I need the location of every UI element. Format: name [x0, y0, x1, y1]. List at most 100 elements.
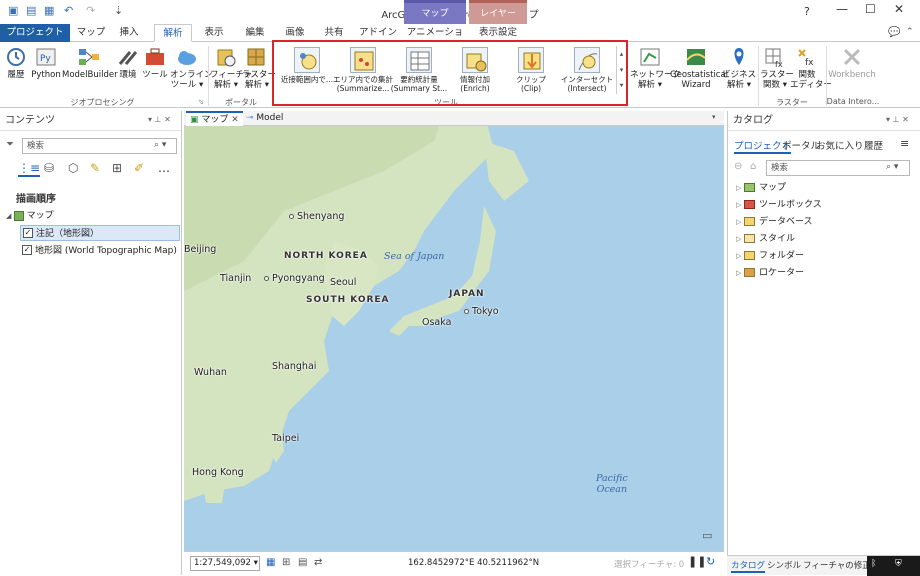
catalog-item-databases[interactable]: ▷ データベース: [736, 214, 813, 230]
tab-catalog-portal[interactable]: ポータル: [782, 138, 820, 152]
draw-order-view-icon[interactable]: ⋮≡: [18, 161, 41, 177]
catalog-item-folders[interactable]: ▷ フォルダー: [736, 248, 804, 264]
grid-icon[interactable]: ▦: [266, 557, 275, 568]
reference-icon[interactable]: ⊞: [282, 557, 290, 568]
home-icon[interactable]: ⌂: [750, 161, 756, 172]
data-source-view-icon[interactable]: ⛁: [44, 161, 54, 175]
more-icon[interactable]: …: [158, 161, 170, 175]
workbench-button[interactable]: Workbench: [828, 46, 876, 80]
tools-label: ツール: [142, 70, 168, 80]
refresh-icon[interactable]: ↻: [706, 555, 715, 568]
bottom-pane-tabs: カタログ シンボル フィーチャの修正 ᛒ ⛨: [727, 555, 920, 576]
catalog-item-label: フォルダー: [759, 251, 805, 261]
tab-catalog-favorites[interactable]: お気に入り: [816, 138, 864, 152]
raster-group-label: ラスター: [776, 98, 808, 107]
business-analysis-button[interactable]: ビジネス 解析 ▾: [722, 46, 756, 90]
python-button[interactable]: Py Python: [31, 46, 61, 80]
help-button[interactable]: ?: [804, 5, 810, 18]
dialog-launcher-icon[interactable]: ⬂: [198, 98, 204, 106]
function-editor-button[interactable]: fx 関数 エディター: [790, 46, 832, 90]
expand-icon[interactable]: ▷: [736, 180, 744, 196]
expand-icon[interactable]: ▷: [736, 231, 744, 247]
function-editor-icon: fx: [795, 46, 819, 68]
search-icon[interactable]: ⌕ ▾: [154, 140, 166, 150]
scale-select[interactable]: 1:27,549,092 ▾: [190, 556, 260, 571]
tab-view[interactable]: 表示: [197, 24, 231, 42]
pause-icon[interactable]: ❚❚: [688, 555, 706, 568]
modelbuilder-button[interactable]: ModelBuilder: [62, 46, 118, 80]
expand-icon[interactable]: ▷: [736, 214, 744, 230]
tab-map[interactable]: マップ: [74, 24, 108, 42]
selection-view-icon[interactable]: ⬡: [68, 161, 78, 175]
network-analysis-button[interactable]: ネットワーク 解析 ▾: [630, 46, 681, 90]
tab-project[interactable]: プロジェクト: [0, 24, 70, 42]
online-tools-button[interactable]: オンライン ツール ▾: [170, 46, 213, 90]
tab-catalog-history[interactable]: 履歴: [864, 138, 883, 152]
catalog-item-toolboxes[interactable]: ▷ ツールボックス: [736, 197, 822, 213]
map-icon: [13, 210, 24, 221]
filter-icon[interactable]: ⏷: [6, 139, 14, 150]
tools-button[interactable]: ツール: [141, 46, 169, 80]
city-label: Shenyang: [289, 211, 344, 222]
tab-bottom-symbology[interactable]: シンボル: [767, 559, 801, 571]
minimize-button[interactable]: —: [836, 2, 848, 16]
collapse-ribbon-icon[interactable]: ⌃: [906, 27, 914, 37]
map-node[interactable]: ◢ マップ: [6, 208, 54, 224]
editing-view-icon[interactable]: ✎: [90, 161, 100, 175]
layer-topographic-label: 地形図 (World Topographic Map): [35, 246, 177, 256]
data-interop-group-label: Data Intero...: [826, 97, 880, 106]
layer-annotation[interactable]: ✓ 注記（地形図）: [20, 225, 180, 241]
feature-analysis-button[interactable]: フィーチャ 解析 ▾: [210, 46, 252, 90]
tab-map-view[interactable]: ▣ マップ ✕: [186, 111, 243, 126]
measure-icon[interactable]: ⇄: [314, 557, 322, 568]
map-view[interactable]: Shenyang Beijing Tianjin Pyongyang Seoul…: [184, 111, 724, 575]
separator: [208, 46, 209, 106]
raster-analysis-button[interactable]: ラスター 解析 ▾: [242, 46, 276, 90]
environments-button[interactable]: 環境: [116, 46, 140, 80]
tab-bottom-catalog[interactable]: カタログ: [731, 559, 766, 573]
raster-functions-button[interactable]: fx ラスター 関数 ▾: [760, 46, 794, 90]
security-icon[interactable]: ⛨: [895, 559, 902, 569]
expand-icon[interactable]: ▷: [736, 197, 744, 213]
layer-topographic[interactable]: ✓ 地形図 (World Topographic Map): [22, 243, 177, 259]
tab-list-icon[interactable]: ▾: [712, 113, 716, 121]
tab-analysis[interactable]: 解析: [154, 24, 192, 42]
close-button[interactable]: ✕: [894, 2, 904, 16]
tab-edit[interactable]: 編集: [238, 24, 272, 42]
pin-icon[interactable]: ▾ ⊥ ✕: [886, 115, 909, 124]
maximize-button[interactable]: ☐: [865, 2, 876, 16]
labeling-view-icon[interactable]: ✐: [134, 161, 144, 175]
map-tab-label: マップ: [201, 115, 229, 125]
environments-label: 環境: [119, 70, 137, 80]
close-tab-icon[interactable]: ✕: [231, 115, 239, 125]
history-button[interactable]: 履歴: [2, 46, 30, 80]
city-label: Seoul: [330, 277, 356, 288]
back-icon[interactable]: ⊖: [734, 161, 742, 172]
tab-bottom-modify-features[interactable]: フィーチャの修正: [803, 559, 871, 571]
layer-checkbox[interactable]: ✓: [22, 244, 32, 255]
expand-icon[interactable]: ▷: [736, 265, 744, 281]
catalog-pane: カタログ ▾ ⊥ ✕ プロジェクト ポータル お気に入り 履歴 ≡ ⊖ ⌂ 検索…: [727, 111, 920, 575]
tab-insert[interactable]: 挿入: [112, 24, 146, 42]
selected-features: 選択フィーチャ: 0: [614, 560, 685, 570]
pin-icon[interactable]: ▾ ⊥ ✕: [148, 115, 171, 124]
tab-model[interactable]: ⊸ Model: [242, 111, 287, 126]
layout-icon[interactable]: ▤: [298, 557, 307, 568]
search-icon[interactable]: ⌕ ▾: [886, 162, 898, 172]
city-label: Tianjin: [220, 273, 251, 284]
bluetooth-icon[interactable]: ᛒ: [871, 559, 876, 569]
catalog-item-locators[interactable]: ▷ ロケーター: [736, 265, 804, 281]
layer-checkbox[interactable]: ✓: [23, 227, 33, 238]
notification-icon[interactable]: 💬: [888, 27, 900, 38]
snapping-view-icon[interactable]: ⊞: [112, 161, 122, 175]
expand-icon[interactable]: ▷: [736, 248, 744, 264]
map-overview-icon[interactable]: ▭: [702, 529, 712, 542]
catalog-item-label: マップ: [759, 183, 787, 193]
raster-functions-label: ラスター 関数 ▾: [760, 70, 794, 90]
city-name: Shenyang: [297, 211, 345, 222]
catalog-item-styles[interactable]: ▷ スタイル: [736, 231, 795, 247]
catalog-item-label: ツールボックス: [759, 200, 822, 210]
geostatistical-wizard-button[interactable]: Geostatistical Wizard: [670, 46, 728, 90]
catalog-item-maps[interactable]: ▷ マップ: [736, 180, 786, 196]
menu-icon[interactable]: ≡: [900, 137, 909, 150]
